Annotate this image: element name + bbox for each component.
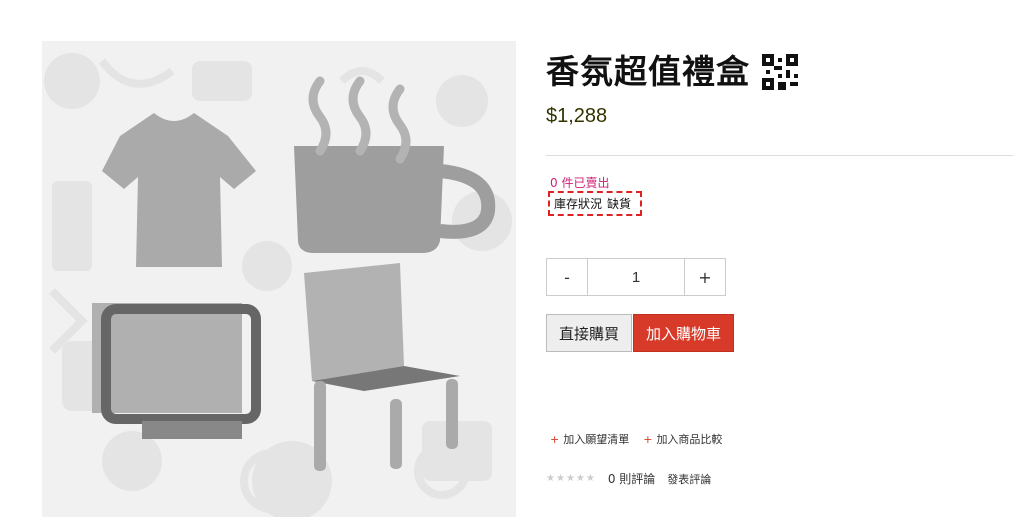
plus-icon: + xyxy=(643,432,653,446)
compare-label: 加入商品比較 xyxy=(656,433,723,446)
quantity-input[interactable] xyxy=(587,259,685,295)
star-icon: ★ xyxy=(585,473,595,484)
write-review-link[interactable]: 發表評論 xyxy=(667,471,711,487)
wishlist-label: 加入願望清單 xyxy=(563,433,630,446)
secondary-links: + 加入願望清單 + 加入商品比較 xyxy=(550,431,736,447)
product-placeholder-image xyxy=(42,41,516,517)
product-image[interactable] xyxy=(42,41,516,517)
rating-stars: ★ ★ ★ ★ ★ xyxy=(546,473,596,484)
increment-button[interactable]: + xyxy=(685,259,725,295)
title-row: 香氛超值禮盒 xyxy=(546,52,798,92)
review-count-link[interactable]: 0 則評論 xyxy=(608,470,655,487)
divider xyxy=(546,155,1013,156)
add-to-compare-link[interactable]: + 加入商品比較 xyxy=(643,431,722,447)
stock-value: 缺貨 xyxy=(607,197,632,211)
product-title: 香氛超值禮盒 xyxy=(546,52,750,91)
star-icon: ★ xyxy=(565,473,575,484)
product-price: $1,288 xyxy=(546,105,608,127)
buy-now-button[interactable]: 直接購買 xyxy=(546,314,632,352)
review-row: ★ ★ ★ ★ ★ 0 則評論 發表評論 xyxy=(546,470,711,487)
quantity-stepper: - + xyxy=(546,258,726,296)
add-to-cart-button[interactable]: 加入購物車 xyxy=(633,314,734,352)
product-info: 香氛超值禮盒 $1,288 0 件已賣出 庫存狀況缺貨 - + 直接購買 加入購… xyxy=(546,0,1013,517)
add-to-wishlist-link[interactable]: + 加入願望清單 xyxy=(550,431,629,447)
stock-status: 庫存狀況 缺貨 xyxy=(548,191,643,216)
sold-count: 0 件已賣出 xyxy=(550,176,610,190)
decrement-button[interactable]: - xyxy=(547,259,587,295)
qr-code-icon[interactable] xyxy=(762,54,798,90)
stock-label: 庫存狀況 xyxy=(554,197,603,211)
star-icon: ★ xyxy=(555,473,565,484)
star-icon: ★ xyxy=(575,473,585,484)
star-icon: ★ xyxy=(546,473,555,484)
plus-icon: + xyxy=(550,432,560,446)
